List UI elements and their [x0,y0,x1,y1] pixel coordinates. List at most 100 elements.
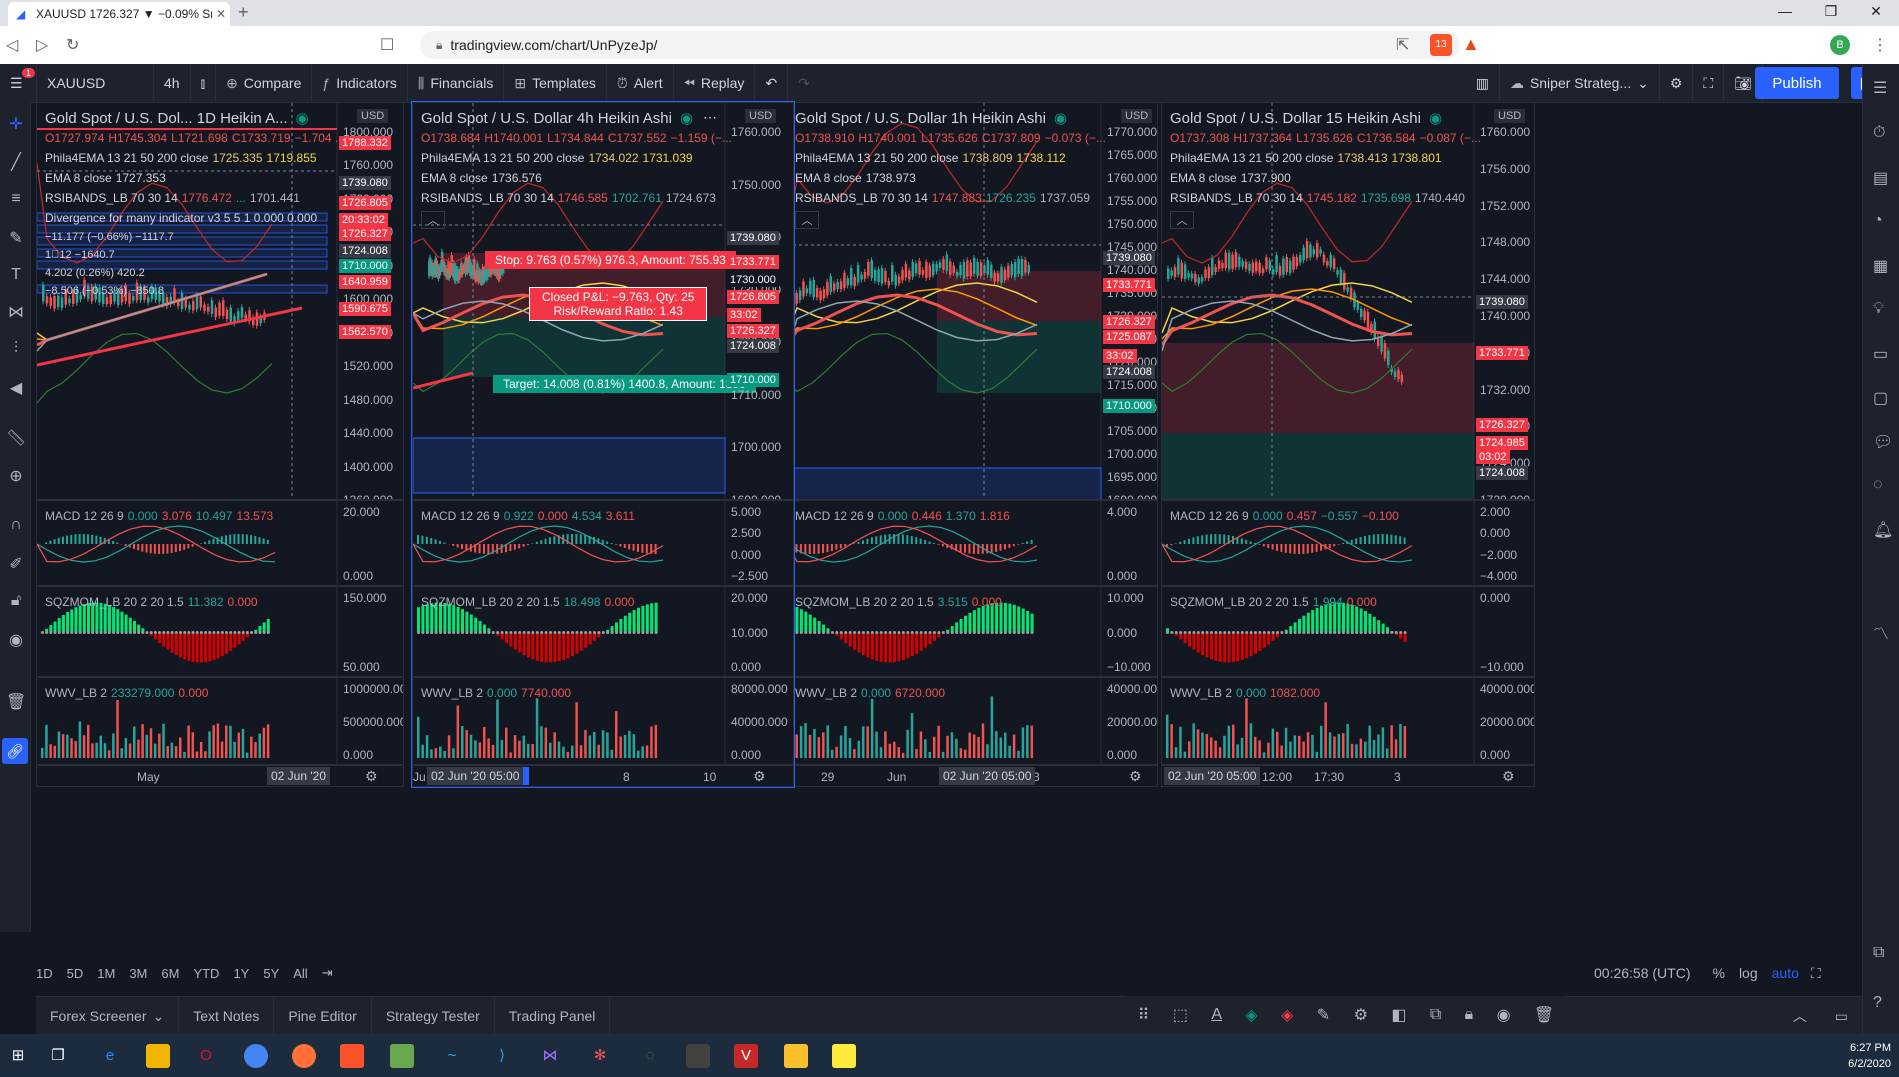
chats-icon[interactable]: 💬︎ [1873,432,1893,452]
stay-drawing-icon[interactable]: ✐ [6,554,26,574]
tab-forex-screener[interactable]: Forex Screener ⌄ [36,997,180,1035]
tab-trading-panel[interactable]: Trading Panel [495,997,611,1035]
ideas-bulb-icon[interactable]: 💡︎ [1873,300,1884,318]
tab-strategy-tester[interactable]: Strategy Tester [372,997,495,1035]
wwv-legend[interactable]: WWV_LB 2 0.000 1082.000 [1170,686,1324,700]
auto-scale-toggle[interactable]: auto [1772,965,1799,981]
tf-1d[interactable]: 1D [36,966,53,981]
chart-settings-gear-icon[interactable]: ⚙︎ [753,768,766,785]
help-icon[interactable]: ◌ [1873,476,1883,494]
interval-button[interactable]: 4h [154,64,191,102]
drag-handle-icon[interactable]: ⠿ [1138,1005,1150,1025]
sqz-legend[interactable]: SQZMOM_LB 20 2 20 1.5 11.382 0.000 [45,595,262,609]
task-view-icon[interactable]: ❐ [46,1044,70,1068]
close-tab-icon[interactable]: ✕ [212,7,230,21]
edge-icon[interactable]: e [98,1044,122,1068]
currency-label[interactable]: USD [1494,109,1526,123]
brave-shield-icon[interactable]: 13 [1430,34,1452,56]
goto-date-icon[interactable]: ⇥ [322,965,333,981]
main-price-pane[interactable]: Gold Spot / U.S. Dollar 15 Heikin Ashi ◉ O… [1161,102,1535,500]
rsibands-legend[interactable]: RSIBANDS_LB 70 30 14 1745.182 1735.698 1740… [1170,191,1465,205]
fill-color-icon[interactable]: ◈ [1245,1005,1257,1025]
pattern-icon[interactable]: ⋈ [6,302,26,322]
macd-legend[interactable]: MACD 12 26 9 0.922 0.000 4.534 3.611 [421,509,635,523]
collapse-legend-icon[interactable]: ︿ [421,211,445,229]
magnet-icon[interactable]: ∩ [6,516,26,534]
macd-pane[interactable]: MACD 12 26 9 0.922 0.000 4.534 3.611 5.000 2.5… [412,500,794,586]
taskbar-clock[interactable]: 6:27 PM 6/2/2020 [1848,1040,1891,1072]
brave-icon[interactable] [340,1044,364,1068]
squeeze-momentum-pane[interactable]: SQZMOM_LB 20 2 20 1.5 11.382 0.000 150.000 5… [36,586,404,677]
wwv-legend[interactable]: WWV_LB 2 0.000 6720.000 [795,686,949,700]
tf-3m[interactable]: 3M [129,966,147,981]
time-axis[interactable]: Ju 8 10 02 Jun '20 05:00 ⚙︎ [412,765,794,787]
macd-legend[interactable]: MACD 12 26 9 0.000 3.076 10.497 13.573 [45,509,273,523]
more-options-icon[interactable]: ⋯ [703,109,717,126]
network-app-icon[interactable]: ✻ [588,1044,612,1068]
templates-button[interactable]: ⊞ Templates [504,64,607,102]
help-question-icon[interactable]: ? [1873,994,1882,1012]
opera-icon[interactable]: O [194,1044,218,1068]
reload-icon[interactable]: ↻ [66,35,79,55]
lock-icon[interactable]: 🔒︎ [1465,1006,1474,1024]
chart-title[interactable]: Gold Spot / U.S. Dol... 1D Heikin A... ◉ [45,109,309,127]
template-icon[interactable]: ⬚ [1173,1005,1188,1025]
utc-clock[interactable]: 00:26:58 (UTC) [1594,965,1690,981]
calendar-icon[interactable]: ▦ [1873,256,1888,276]
wwv-legend[interactable]: WWV_LB 2 233279.000 0.000 [45,686,212,700]
main-price-pane[interactable]: Gold Spot / U.S. Dollar 4h Heikin Ashi ◉ O… [412,102,794,500]
back-arrow-icon[interactable]: ◀ [6,378,26,398]
strategy-dropdown[interactable]: ☁︎ Sniper Strateg... ⌄ [1500,64,1660,102]
text-color-icon[interactable]: A [1211,1006,1222,1024]
trash-icon[interactable]: 🗑︎ [6,692,26,712]
data-window-icon[interactable]: ▤ [1873,168,1888,188]
fib-icon[interactable]: ≡ [6,190,26,208]
zoom-in-icon[interactable]: ⊕ [6,466,26,486]
time-axis[interactable]: 29 Jun 3 02 Jun '20 05:00 ⚙︎ [786,765,1158,787]
rsibands-legend[interactable]: RSIBANDS_LB 70 30 14 1776.472... 1701.441 [45,191,300,205]
currency-label[interactable]: USD [1121,109,1153,123]
app-icon[interactable] [390,1044,414,1068]
sqz-legend[interactable]: SQZMOM_LB 20 2 20 1.5 3.515 0.000 [795,595,1006,609]
phila4ema-legend[interactable]: Phila4EMA 13 21 50 200 close 1734.022 1731… [421,151,693,165]
sticky-notes-icon[interactable] [832,1044,856,1068]
fullscreen-button[interactable]: ⛶ [1693,64,1725,102]
macd-legend[interactable]: MACD 12 26 9 0.000 0.446 1.370 1.816 [795,509,1010,523]
chart-3[interactable]: Gold Spot / U.S. Dollar 1h Heikin Ashi ◉ O… [786,102,1158,787]
link-icon[interactable]: 🔗︎ [2,738,28,764]
chart-title[interactable]: Gold Spot / U.S. Dollar 4h Heikin Ashi ◉ [421,109,693,127]
ema8-legend[interactable]: EMA 8 close 1736.576 [421,171,542,185]
log-scale-toggle[interactable]: log [1739,965,1758,981]
dom-icon[interactable]: ⧉ [1873,944,1884,962]
chart-1[interactable]: Gold Spot / U.S. Dol... 1D Heikin A... ◉ O… [36,102,404,787]
ema8-legend[interactable]: EMA 8 close 1738.973 [795,171,916,185]
rsibands-legend[interactable]: RSIBANDS_LB 70 30 14 1747.883 1726.235 1737… [795,191,1090,205]
squeeze-momentum-pane[interactable]: SQZMOM_LB 20 2 20 1.5 1.994 0.000 0.000 −10.… [1161,586,1535,677]
chart-settings-gear-icon[interactable]: ⚙︎ [1502,768,1515,785]
main-price-pane[interactable]: Gold Spot / U.S. Dollar 1h Heikin Ashi ◉ O… [786,102,1158,500]
chart-4[interactable]: Gold Spot / U.S. Dollar 15 Heikin Ashi ◉ O… [1161,102,1535,787]
clone-icon[interactable]: ⧉ [1430,1006,1441,1024]
terminal-icon[interactable] [686,1044,710,1068]
time-axis[interactable]: May 02 Jun '20 ⚙︎ [36,765,404,787]
time-axis[interactable]: 12:00 17:30 3 02 Jun '20 05:00 ⚙︎ [1161,765,1535,787]
expand-icon[interactable]: ⛶ [1811,965,1821,982]
firefox-icon[interactable] [292,1044,316,1068]
wwv-volume-pane[interactable]: WWV_LB 2 0.000 7740.000 80000.000 40000.000 0… [412,677,794,765]
background-color-icon[interactable]: ◈ [1281,1005,1293,1025]
financials-button[interactable]: ⫼ Financials [408,64,505,102]
symbol-search-button[interactable]: XAUUSD [37,64,154,102]
browser-menu-icon[interactable]: ⋮ [1872,35,1888,55]
tf-ytd[interactable]: YTD [193,966,219,981]
crosshair-icon[interactable]: ✛ [6,114,26,134]
chart-title[interactable]: Gold Spot / U.S. Dollar 1h Heikin Ashi ◉ [795,109,1067,127]
macd-pane[interactable]: MACD 12 26 9 0.000 0.446 1.370 1.816 4.000 0.0… [786,500,1158,586]
chart-style-button[interactable]: ⫾ [191,64,217,102]
tab-text-notes[interactable]: Text Notes [179,997,275,1035]
streams-icon[interactable]: ▭ [1873,344,1888,364]
phila4ema-legend[interactable]: Phila4EMA 13 21 50 200 close 1738.809 1738… [795,151,1066,165]
sqz-legend[interactable]: SQZMOM_LB 20 2 20 1.5 18.498 0.000 [421,595,638,609]
tf-all[interactable]: All [293,966,307,981]
squeeze-momentum-pane[interactable]: SQZMOM_LB 20 2 20 1.5 18.498 0.000 20.000 10… [412,586,794,677]
prediction-icon[interactable]: ⫶ [6,340,26,358]
